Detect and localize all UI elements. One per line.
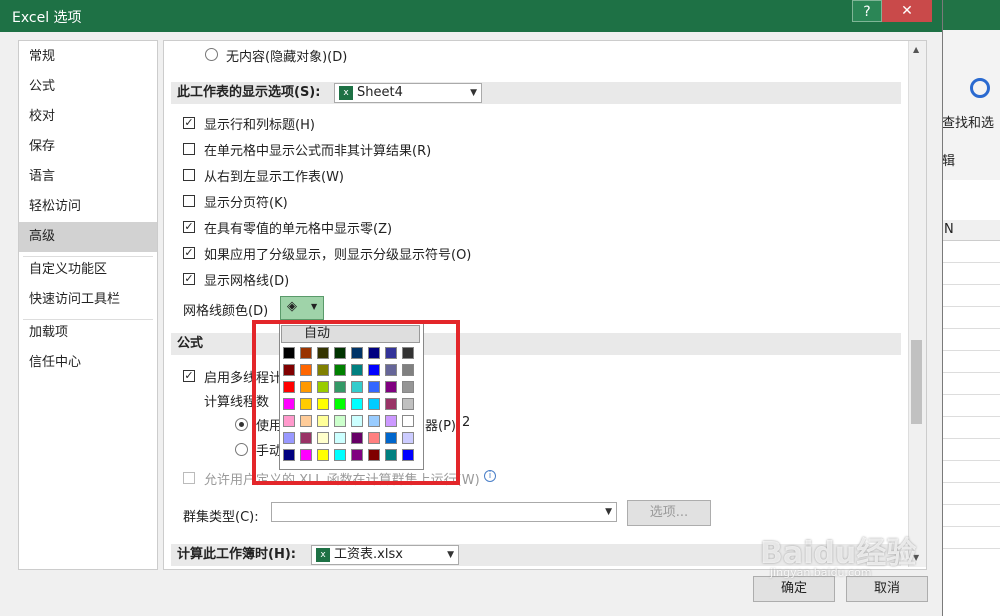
nav-item-accessibility[interactable]: 轻松访问	[19, 192, 157, 222]
dialog-title: Excel 选项	[12, 10, 82, 26]
nav-item-formulas[interactable]: 公式	[19, 72, 157, 102]
excel-ribbon: 查找和选 辑	[940, 30, 1000, 180]
show-zero-checkbox[interactable]: ✓	[183, 221, 195, 233]
column-header: N	[940, 220, 1000, 241]
show-formulas-label: 在单元格中显示公式而非其计算结果(R)	[204, 144, 432, 159]
show-headers-label: 显示行和列标题(H)	[204, 118, 315, 133]
right-to-left-label: 从右到左显示工作表(W)	[204, 170, 344, 185]
workbook-select-value: 工资表.xlsx	[334, 547, 403, 562]
chevron-down-icon: ▼	[605, 507, 612, 517]
xll-checkbox[interactable]	[183, 472, 195, 484]
scroll-up-icon[interactable]: ▲	[913, 45, 919, 54]
gridline	[940, 284, 1000, 285]
info-icon[interactable]: i	[484, 470, 496, 482]
nav-item-trust-center[interactable]: 信任中心	[19, 348, 157, 378]
processors-value: 2	[462, 415, 471, 430]
column-letter[interactable]: N	[944, 222, 954, 237]
multithread-checkbox[interactable]: ✓	[183, 370, 195, 382]
category-nav: 常规 公式 校对 保存 语言 轻松访问 高级 自定义功能区 快速访问工具栏 加载…	[18, 40, 158, 570]
gridline	[940, 526, 1000, 527]
nav-item-advanced[interactable]: 高级	[19, 222, 157, 252]
gridline	[940, 438, 1000, 439]
nav-item-language[interactable]: 语言	[19, 162, 157, 192]
gridline	[940, 350, 1000, 351]
gridline	[940, 372, 1000, 373]
highlight-box	[252, 320, 460, 485]
gridline	[940, 482, 1000, 483]
hide-objects-radio[interactable]	[205, 48, 218, 61]
outline-symbols-label: 如果应用了分级显示，则显示分级显示符号(O)	[204, 248, 472, 263]
cluster-type-label: 群集类型(C):	[183, 510, 259, 525]
gridline	[940, 548, 1000, 549]
show-headers-checkbox[interactable]: ✓	[183, 117, 195, 129]
manual-threads-radio[interactable]	[235, 443, 248, 456]
page-breaks-checkbox[interactable]	[183, 195, 195, 207]
chevron-down-icon: ▼	[447, 550, 454, 560]
find-select-label[interactable]: 查找和选	[942, 112, 994, 131]
nav-item-proofing[interactable]: 校对	[19, 102, 157, 132]
show-zero-label: 在具有零值的单元格中显示零(Z)	[204, 222, 393, 237]
gridline	[940, 262, 1000, 263]
nav-item-save[interactable]: 保存	[19, 132, 157, 162]
right-to-left-checkbox[interactable]	[183, 169, 195, 181]
cluster-type-select[interactable]: ▼	[271, 502, 617, 522]
gridline	[940, 460, 1000, 461]
gridline-color-label: 网格线颜色(D)	[183, 304, 269, 319]
gridline	[940, 504, 1000, 505]
nav-item-customize-ribbon[interactable]: 自定义功能区	[19, 255, 157, 285]
search-icon	[970, 78, 990, 98]
watermark-subtext: jingyan.baidu.com	[770, 566, 872, 579]
ok-button[interactable]: 确定	[753, 576, 835, 602]
gridline	[940, 306, 1000, 307]
help-button[interactable]: ?	[852, 0, 882, 22]
workbook-select[interactable]: x 工资表.xlsx ▼	[311, 545, 459, 565]
sheet-select[interactable]: x Sheet4 ▼	[334, 83, 482, 103]
paint-bucket-icon: ◈	[287, 299, 297, 314]
worksheet-section-title: 此工作表的显示选项(S):	[177, 85, 321, 100]
formula-section-title: 公式	[177, 336, 204, 351]
sheet-icon: x	[339, 86, 353, 100]
cluster-options-button[interactable]: 选项...	[627, 500, 711, 526]
chevron-down-icon: ▼	[311, 302, 318, 311]
page-breaks-label: 显示分页符(K)	[204, 196, 288, 211]
cancel-button[interactable]: 取消	[846, 576, 928, 602]
workbook-section-title: 计算此工作簿时(H):	[177, 547, 296, 562]
nav-item-quick-access[interactable]: 快速访问工具栏	[19, 285, 157, 315]
gridline	[940, 416, 1000, 417]
editing-group-label: 辑	[942, 154, 956, 169]
nav-item-addins[interactable]: 加载项	[19, 318, 157, 348]
chevron-down-icon: ▼	[470, 88, 477, 98]
show-formulas-checkbox[interactable]	[183, 143, 195, 155]
gridline	[940, 328, 1000, 329]
worksheet-section-header: 此工作表的显示选项(S):	[171, 82, 901, 104]
gridline-color-button[interactable]: ◈ ▼	[280, 296, 324, 320]
show-gridlines-checkbox[interactable]: ✓	[183, 273, 195, 285]
vertical-scrollbar[interactable]: ▲ ▼	[908, 41, 926, 567]
hide-objects-label: 无内容(隐藏对象)(D)	[226, 50, 348, 65]
excel-sheet	[940, 180, 1000, 616]
sheet-select-value: Sheet4	[357, 85, 403, 100]
excel-file-icon: x	[316, 548, 330, 562]
show-gridlines-label: 显示网格线(D)	[204, 274, 290, 289]
use-all-processors-radio[interactable]	[235, 418, 248, 431]
nav-item-general[interactable]: 常规	[19, 42, 157, 72]
outline-symbols-checkbox[interactable]: ✓	[183, 247, 195, 259]
scrollbar-thumb[interactable]	[911, 340, 922, 424]
dialog-titlebar: Excel 选项 ? ✕	[0, 0, 942, 32]
gridline	[940, 394, 1000, 395]
close-button[interactable]: ✕	[882, 0, 932, 22]
